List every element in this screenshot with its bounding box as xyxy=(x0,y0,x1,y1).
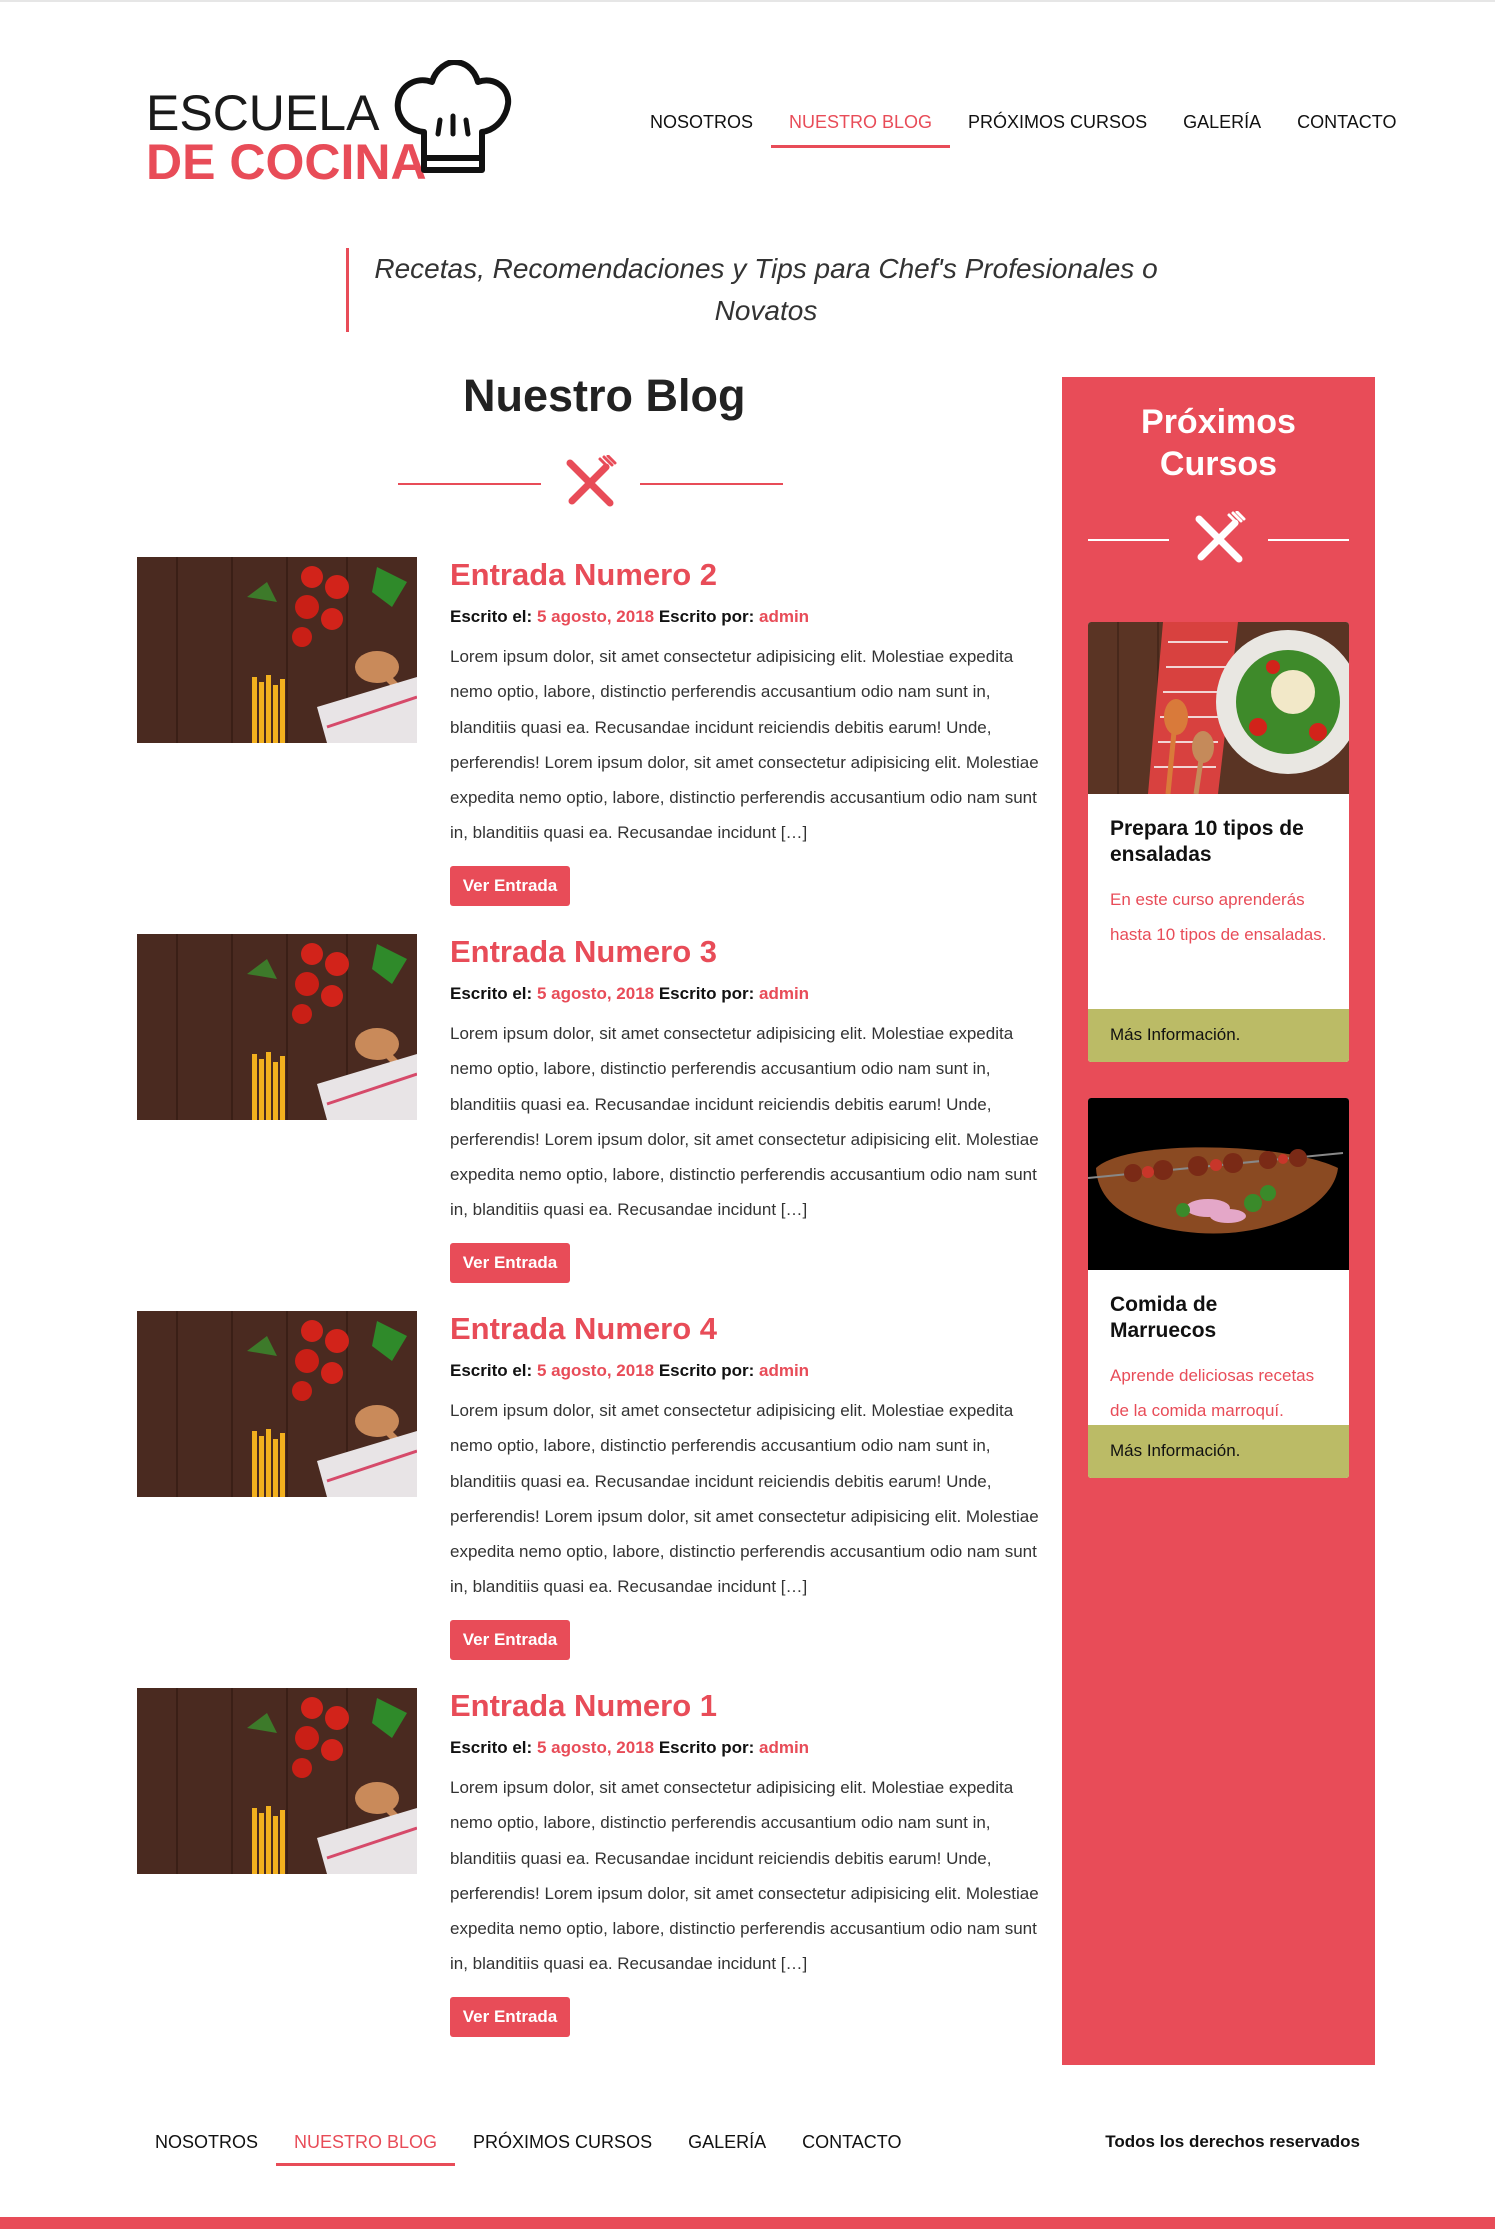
divider-line-left xyxy=(1088,539,1169,541)
course-card: Comida de Marruecos Aprende deliciosas r… xyxy=(1088,1098,1349,1478)
entry-image[interactable] xyxy=(137,557,417,743)
author-label: Escrito por: xyxy=(658,1738,755,1757)
entry-excerpt: Lorem ipsum dolor, sit amet consectetur … xyxy=(450,1401,1039,1597)
footer-nav-nuestro-blog[interactable]: NUESTRO BLOG xyxy=(276,2120,456,2166)
blog-divider xyxy=(398,455,783,515)
entry-date: 5 agosto, 2018 xyxy=(536,1361,655,1380)
nav-contacto[interactable]: CONTACTO xyxy=(1279,100,1414,148)
entry-author[interactable]: admin xyxy=(759,607,809,626)
nav-proximos-cursos[interactable]: PRÓXIMOS CURSOS xyxy=(950,100,1165,148)
author-label: Escrito por: xyxy=(658,607,755,626)
course-image[interactable] xyxy=(1088,622,1349,794)
entry-image[interactable] xyxy=(137,934,417,1120)
entry-meta: Escrito el: 5 agosto, 2018 Escrito por: … xyxy=(450,984,809,1004)
logo-line1: ESCUELA xyxy=(146,85,380,141)
footer-nav-proximos-cursos[interactable]: PRÓXIMOS CURSOS xyxy=(455,2120,670,2166)
entry-image[interactable] xyxy=(137,1688,417,1874)
written-label: Escrito el: xyxy=(450,1738,533,1757)
main-nav: NOSOTROS NUESTRO BLOG PRÓXIMOS CURSOS GA… xyxy=(632,100,1414,148)
entry-title[interactable]: Entrada Numero 2 xyxy=(450,557,717,593)
footer-nav-contacto[interactable]: CONTACTO xyxy=(784,2120,919,2166)
tagline-block: Recetas, Recomendaciones y Tips para Che… xyxy=(346,248,1170,332)
mas-informacion-button[interactable]: Más Información. xyxy=(1088,1425,1349,1478)
divider-line-left xyxy=(398,483,541,485)
tagline-text: Recetas, Recomendaciones y Tips para Che… xyxy=(374,253,1158,326)
written-label: Escrito el: xyxy=(450,607,533,626)
entry-title[interactable]: Entrada Numero 1 xyxy=(450,1688,717,1724)
ver-entrada-button[interactable]: Ver Entrada xyxy=(450,1243,570,1283)
fork-knife-icon xyxy=(1195,511,1246,563)
chef-hat-icon xyxy=(394,60,512,173)
blog-entry: Entrada Numero 3 Escrito el: 5 agosto, 2… xyxy=(137,934,1039,1294)
sidebar-divider xyxy=(1088,511,1349,571)
author-label: Escrito por: xyxy=(658,984,755,1003)
nav-nuestro-blog[interactable]: NUESTRO BLOG xyxy=(771,100,951,148)
course-image[interactable] xyxy=(1088,1098,1349,1270)
nav-nosotros[interactable]: NOSOTROS xyxy=(632,100,771,148)
sidebar-title: Próximos Cursos xyxy=(1141,403,1296,483)
entry-author[interactable]: admin xyxy=(759,1361,809,1380)
site-logo[interactable]: ESCUELA DE COCINA xyxy=(146,60,516,190)
course-title[interactable]: Comida de Marruecos xyxy=(1088,1270,1349,1344)
entry-image[interactable] xyxy=(137,1311,417,1497)
mas-informacion-button[interactable]: Más Información. xyxy=(1088,1009,1349,1062)
footer-nav-galeria[interactable]: GALERÍA xyxy=(670,2120,784,2166)
blog-entry: Entrada Numero 2 Escrito el: 5 agosto, 2… xyxy=(137,557,1039,917)
entry-date: 5 agosto, 2018 xyxy=(536,1738,655,1757)
entry-date: 5 agosto, 2018 xyxy=(536,984,655,1003)
course-description: En este curso aprenderás hasta 10 tipos … xyxy=(1110,890,1327,944)
entry-author[interactable]: admin xyxy=(759,1738,809,1757)
blog-entry: Entrada Numero 1 Escrito el: 5 agosto, 2… xyxy=(137,1688,1039,2048)
entry-date: 5 agosto, 2018 xyxy=(536,607,655,626)
blog-heading-text: Nuestro Blog xyxy=(463,370,746,421)
course-title[interactable]: Prepara 10 tipos de ensaladas xyxy=(1088,794,1349,868)
divider-line-right xyxy=(1268,539,1349,541)
ver-entrada-button[interactable]: Ver Entrada xyxy=(450,1620,570,1660)
course-description: Aprende deliciosas recetas de la comida … xyxy=(1110,1366,1315,1420)
entry-meta: Escrito el: 5 agosto, 2018 Escrito por: … xyxy=(450,1738,809,1758)
ver-entrada-button[interactable]: Ver Entrada xyxy=(450,1997,570,2037)
entry-title[interactable]: Entrada Numero 3 xyxy=(450,934,717,970)
author-label: Escrito por: xyxy=(658,1361,755,1380)
ver-entrada-button[interactable]: Ver Entrada xyxy=(450,866,570,906)
logo-line2: DE COCINA xyxy=(146,134,427,190)
entry-title[interactable]: Entrada Numero 4 xyxy=(450,1311,717,1347)
sidebar-proximos-cursos: Próximos Cursos Prepara 10 tipos de ensa… xyxy=(1062,377,1375,2065)
footer-nav-nosotros[interactable]: NOSOTROS xyxy=(137,2120,276,2166)
entry-excerpt: Lorem ipsum dolor, sit amet consectetur … xyxy=(450,1024,1039,1220)
entry-excerpt: Lorem ipsum dolor, sit amet consectetur … xyxy=(450,1778,1039,1974)
written-label: Escrito el: xyxy=(450,984,533,1003)
nav-galeria[interactable]: GALERÍA xyxy=(1165,100,1279,148)
entry-meta: Escrito el: 5 agosto, 2018 Escrito por: … xyxy=(450,1361,809,1381)
site-header: ESCUELA DE COCINA NOSOTROS NUESTRO BLOG … xyxy=(0,0,1495,210)
fork-knife-icon xyxy=(566,455,617,507)
entry-excerpt: Lorem ipsum dolor, sit amet consectetur … xyxy=(450,647,1039,843)
divider-line-right xyxy=(640,483,783,485)
footer-copyright: Todos los derechos reservados xyxy=(1105,2132,1360,2151)
footer-nav: NOSOTROS NUESTRO BLOG PRÓXIMOS CURSOS GA… xyxy=(137,2120,919,2166)
entry-meta: Escrito el: 5 agosto, 2018 Escrito por: … xyxy=(450,607,809,627)
blog-entry: Entrada Numero 4 Escrito el: 5 agosto, 2… xyxy=(137,1311,1039,1671)
footer-bottom-bar xyxy=(0,2217,1495,2229)
written-label: Escrito el: xyxy=(450,1361,533,1380)
entry-author[interactable]: admin xyxy=(759,984,809,1003)
course-card: Prepara 10 tipos de ensaladas En este cu… xyxy=(1088,622,1349,1062)
